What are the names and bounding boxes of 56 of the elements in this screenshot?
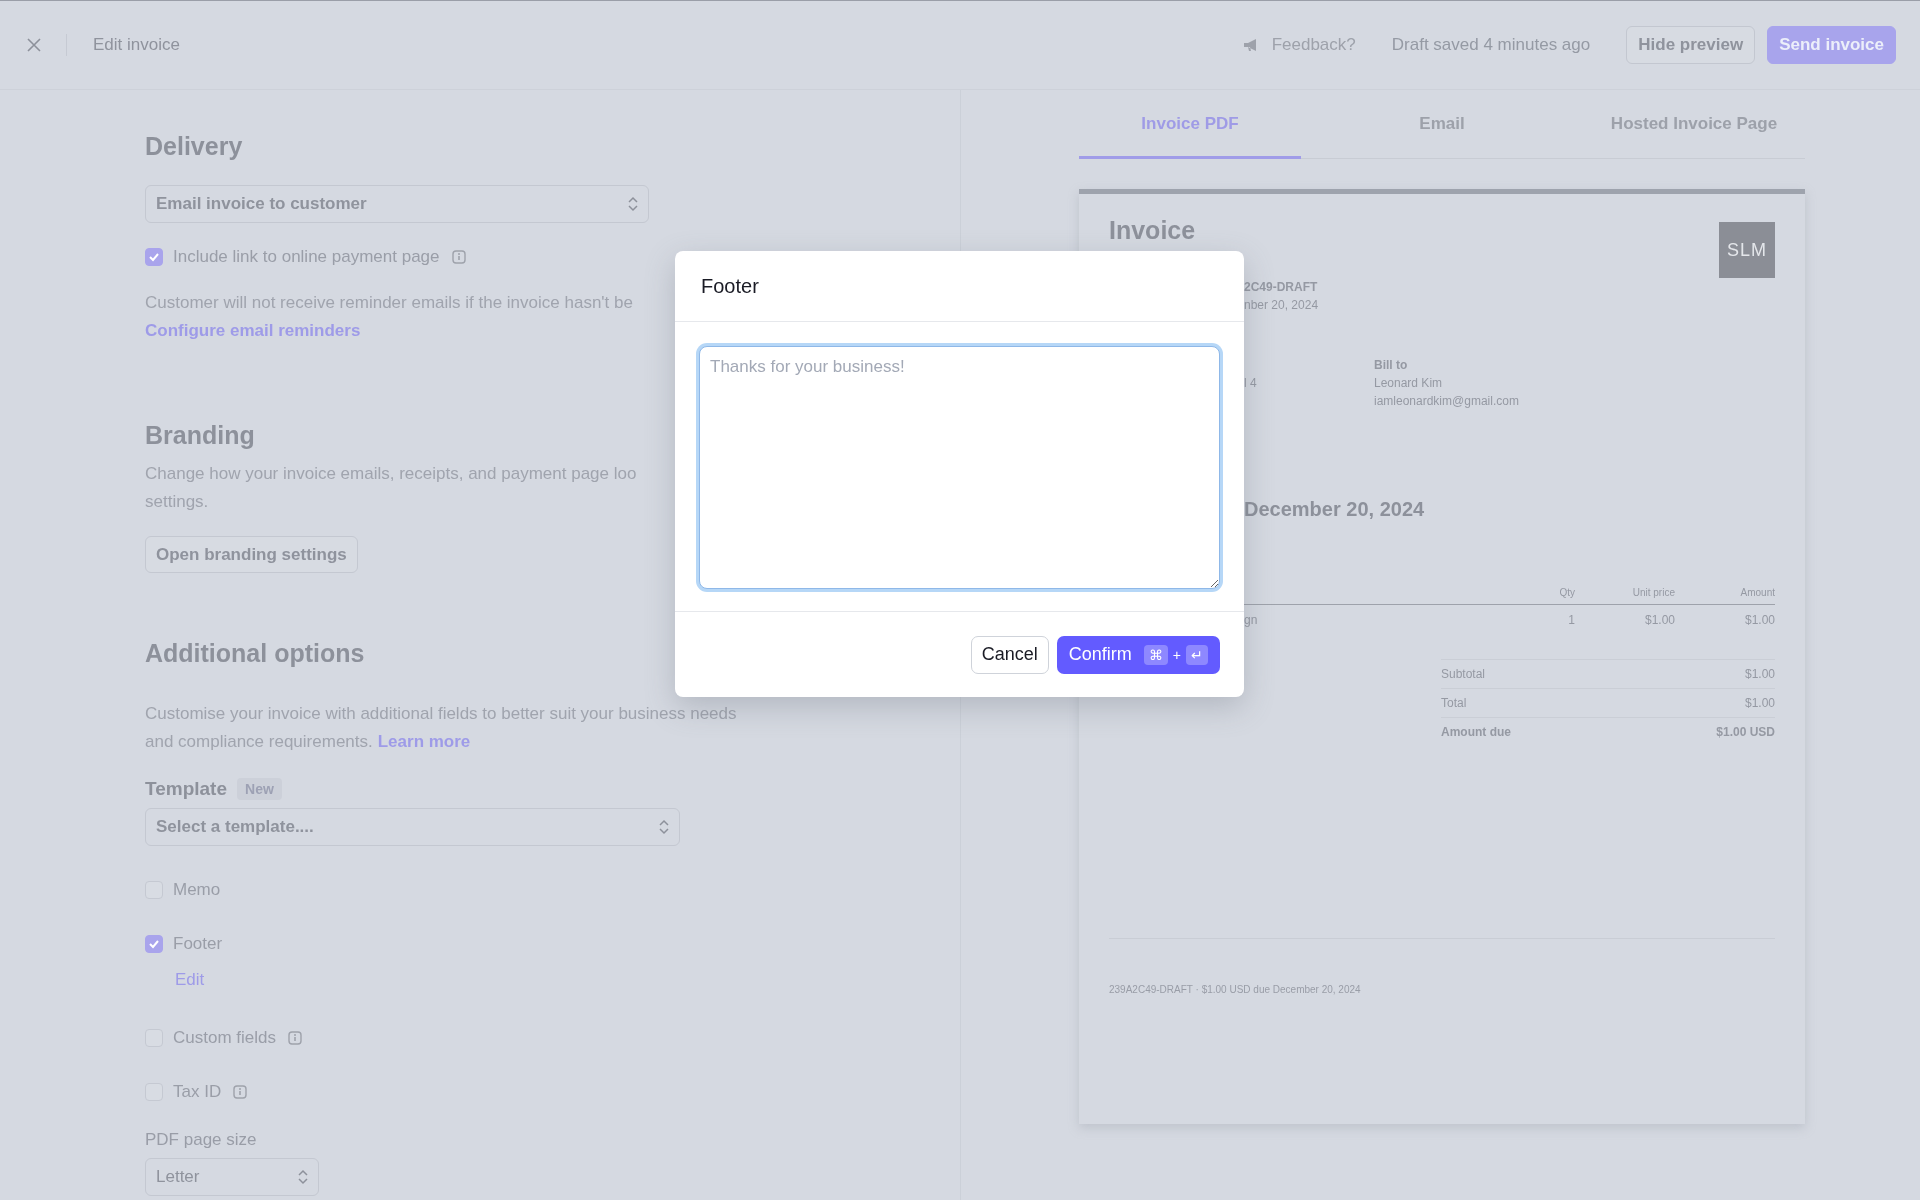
column-header: Amount — [1739, 587, 1775, 598]
bill-to-line: iamleonardkim@gmail.com — [1374, 393, 1519, 410]
check-icon — [148, 251, 160, 263]
bill-to-label: Bill to — [1374, 357, 1409, 374]
send-button[interactable]: Send invoice — [1767, 26, 1896, 64]
page-size-select[interactable]: Letter — [145, 1158, 319, 1196]
invoice-number: 2C49-DRAFT — [1244, 279, 1319, 296]
section-heading: Delivery — [145, 132, 243, 161]
checkbox-label: Custom fields — [173, 1028, 276, 1048]
template-label: Template — [145, 778, 227, 800]
table-cell-text: $1.00 — [1743, 613, 1775, 627]
total-label: Total — [1441, 696, 1467, 710]
template-select[interactable]: Select a template.... — [145, 808, 680, 846]
checkbox[interactable] — [145, 935, 163, 953]
column-header: Qty — [1558, 587, 1575, 598]
column-header: Unit price — [1631, 587, 1675, 598]
section-heading: Additional options — [145, 639, 365, 668]
checkbox-label: Include link to online payment page — [173, 247, 440, 267]
confirm-button[interactable]: Confirm ⌘ + ↵ — [1056, 635, 1220, 674]
invoice-title: Invoice — [1109, 216, 1196, 245]
table-cell-text: $1.00 — [1643, 613, 1675, 627]
preview-toggle-button[interactable]: Hide preview — [1626, 26, 1756, 64]
chevron-icon — [298, 1169, 308, 1185]
total-value: $1.00 USD — [1716, 725, 1775, 739]
total-label: Subtotal — [1441, 667, 1486, 681]
preview-tab[interactable]: Email — [1301, 100, 1583, 159]
checkbox-label: Tax ID — [173, 1082, 222, 1102]
checkbox[interactable] — [145, 248, 163, 266]
chevron-icon — [628, 196, 638, 212]
close-icon[interactable] — [26, 37, 42, 53]
checkbox-label: Memo — [173, 880, 221, 900]
chevron-icon — [659, 819, 669, 835]
preview-tab[interactable]: Hosted Invoice Page — [1583, 100, 1805, 159]
draft-status: Draft saved 4 minutes ago — [1391, 35, 1591, 55]
preview-tab[interactable]: Invoice PDF — [1079, 100, 1301, 159]
dialog-title: Footer — [701, 274, 759, 298]
total-value: $1.00 — [1744, 696, 1775, 710]
reminders-link[interactable]: Configure email reminders — [145, 317, 361, 345]
page-title: Edit invoice — [93, 35, 180, 55]
invoice-date: nber 20, 2024 — [1244, 297, 1320, 314]
total-label: Amount due — [1441, 725, 1511, 739]
page-size-label: PDF page size — [145, 1130, 257, 1150]
learn-more-link[interactable]: Learn more — [377, 728, 471, 756]
branding-settings-button[interactable]: Open branding settings — [145, 536, 358, 573]
edit-link[interactable]: Edit — [175, 966, 205, 994]
delivery-select[interactable]: Email invoice to customer — [145, 185, 649, 223]
bill-to-line: Leonard Kim — [1374, 375, 1444, 392]
footer-text-field[interactable]: Thanks for your business! — [699, 346, 1220, 589]
due-heading: December 20, 2024 — [1244, 498, 1426, 521]
cancel-button[interactable]: Cancel — [970, 635, 1049, 674]
section-heading: Branding — [145, 421, 255, 450]
check-icon — [148, 938, 160, 950]
checkbox-label: Footer — [173, 934, 223, 954]
logo: SLM — [1719, 222, 1775, 278]
total-value: $1.00 — [1744, 667, 1775, 681]
table-cell-text: 1 — [1567, 613, 1575, 627]
